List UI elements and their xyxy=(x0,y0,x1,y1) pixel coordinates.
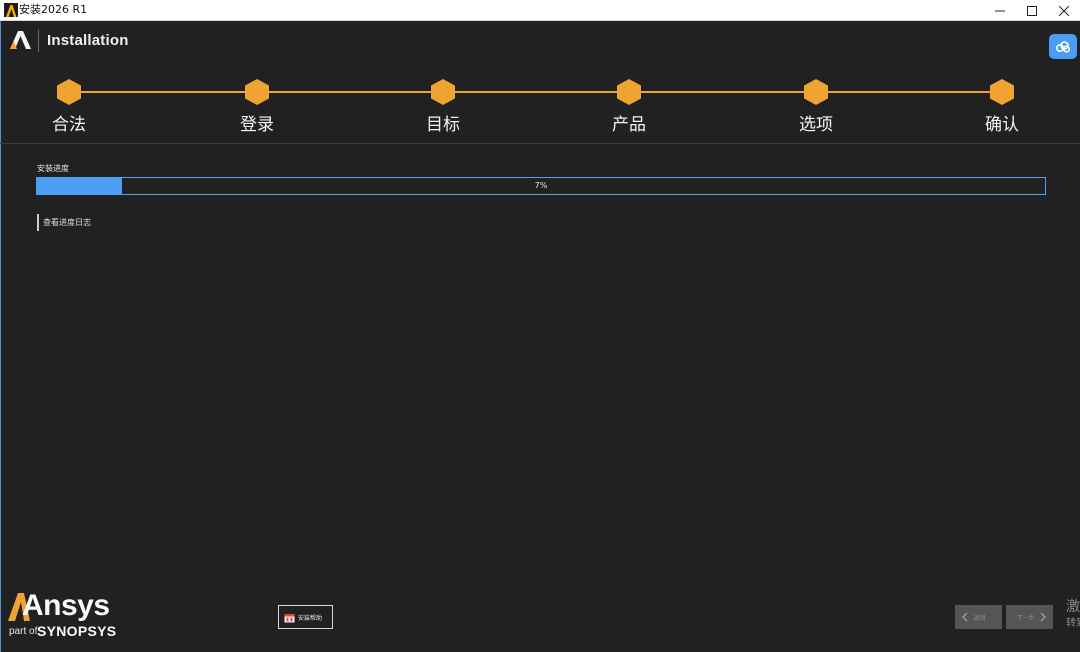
app-logo-icon xyxy=(4,3,18,17)
watermark-line-2: 转到 xyxy=(1066,618,1080,629)
step-confirm[interactable]: 确认 xyxy=(972,78,1032,138)
cloud-icon xyxy=(1055,40,1071,53)
close-button[interactable] xyxy=(1042,0,1080,21)
cloud-button[interactable] xyxy=(1049,34,1077,59)
brand-part-of: part of xyxy=(9,626,38,637)
step-label: 选项 xyxy=(799,115,833,135)
step-hexagon-icon xyxy=(57,79,81,105)
brand-parent: SYNOPSYS xyxy=(37,623,117,639)
step-label: 合法 xyxy=(52,115,86,135)
install-help-button[interactable]: 安装帮助 xyxy=(278,605,333,629)
window-titlebar: 安装2026 R1 xyxy=(0,0,1080,21)
step-hexagon-icon xyxy=(617,79,641,105)
back-label: 返回 xyxy=(973,614,986,622)
brand-name: Ansys xyxy=(22,589,110,622)
activate-windows-watermark: 激活 Windows 转到 xyxy=(1060,590,1080,630)
step-label: 登录 xyxy=(240,115,274,135)
view-progress-log-link[interactable]: 查看进度日志 xyxy=(37,214,91,231)
help-icon xyxy=(284,613,295,622)
step-products[interactable]: 产品 xyxy=(599,78,659,138)
step-target[interactable]: 目标 xyxy=(413,78,473,138)
install-help-label: 安装帮助 xyxy=(298,614,323,622)
next-label: 下一步 xyxy=(1016,614,1035,622)
step-label: 确认 xyxy=(985,115,1019,135)
page-title: Installation xyxy=(47,32,129,49)
window-title: 安装2026 R1 xyxy=(19,3,88,16)
progress-label: 安装进度 xyxy=(37,164,69,173)
step-options[interactable]: 选项 xyxy=(786,78,846,138)
header-separator xyxy=(0,143,1080,144)
progress-percent: 7% xyxy=(534,181,548,190)
back-button[interactable]: 返回 xyxy=(955,605,1002,629)
step-hexagon-icon xyxy=(804,79,828,105)
step-hexagon-icon xyxy=(431,79,455,105)
brand-logo: Ansys part of SYNOPSYS xyxy=(8,590,118,640)
close-icon xyxy=(1059,5,1069,16)
step-hexagon-icon xyxy=(245,79,269,105)
ansys-logo-icon xyxy=(9,30,33,50)
next-button[interactable]: 下一步 xyxy=(1006,605,1053,629)
chevron-right-icon xyxy=(1040,612,1046,622)
chevron-left-icon xyxy=(962,612,968,622)
maximize-icon xyxy=(1027,5,1037,16)
step-legal[interactable]: 合法 xyxy=(39,78,99,138)
step-login[interactable]: 登录 xyxy=(227,78,287,138)
steps-connector xyxy=(68,91,1002,93)
minimize-icon xyxy=(995,10,1005,11)
window-edge xyxy=(0,21,1,652)
step-label: 目标 xyxy=(426,115,460,135)
step-hexagon-icon xyxy=(990,79,1014,105)
step-label: 产品 xyxy=(612,115,646,135)
header-divider xyxy=(38,30,39,52)
watermark-line-1: 激活 Windows xyxy=(1066,599,1080,615)
progress-bar: 7% xyxy=(36,177,1046,195)
